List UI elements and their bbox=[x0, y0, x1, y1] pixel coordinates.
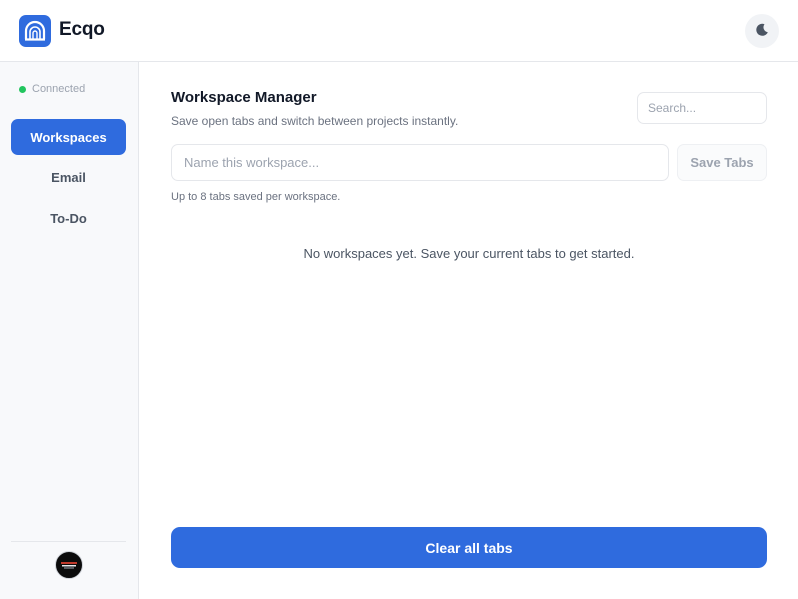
moon-icon bbox=[754, 22, 770, 41]
sidebar-item-label: Workspaces bbox=[30, 129, 107, 145]
connection-status: Connected bbox=[19, 83, 85, 95]
app-name: Ecqo bbox=[59, 19, 105, 40]
sidebar-item-workspaces[interactable]: Workspaces bbox=[11, 119, 126, 155]
sidebar-item-label: To-Do bbox=[50, 210, 87, 226]
theme-toggle-button[interactable] bbox=[745, 14, 779, 48]
sidebar-item-email[interactable]: Email bbox=[11, 159, 126, 195]
page-title: Workspace Manager bbox=[171, 89, 317, 106]
status-text: Connected bbox=[32, 83, 86, 95]
status-dot-icon bbox=[19, 85, 26, 93]
main-panel: Workspace Manager Save open tabs and swi… bbox=[139, 62, 798, 599]
sidebar-item-label: Email bbox=[51, 169, 86, 185]
user-avatar[interactable] bbox=[55, 551, 83, 579]
empty-state-message: No workspaces yet. Save your current tab… bbox=[303, 246, 635, 261]
header: Ecqo bbox=[0, 0, 798, 62]
page-subtitle: Save open tabs and switch between projec… bbox=[171, 114, 459, 128]
sidebar: Connected Workspaces Email To-Do bbox=[0, 62, 139, 599]
search-input[interactable] bbox=[637, 92, 767, 124]
rainbow-arch-icon bbox=[19, 15, 51, 47]
save-tabs-button[interactable]: Save Tabs bbox=[677, 144, 767, 181]
app-window: Ecqo Connected Workspaces Email To-Do Wo… bbox=[0, 0, 798, 599]
sidebar-item-todo[interactable]: To-Do bbox=[11, 200, 126, 236]
sidebar-divider bbox=[11, 541, 126, 542]
workspace-name-input[interactable] bbox=[171, 144, 669, 181]
tab-limit-hint: Up to 8 tabs saved per workspace. bbox=[171, 191, 341, 203]
avatar-image-icon bbox=[57, 553, 81, 577]
clear-all-tabs-button[interactable]: Clear all tabs bbox=[171, 527, 767, 568]
